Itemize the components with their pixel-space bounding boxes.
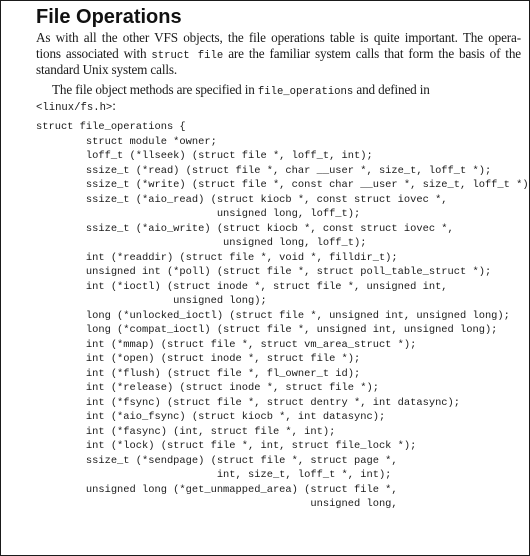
code-line: int (*readdir) (struct file *, void *, f…: [36, 251, 398, 264]
methods-line-1-text: The file object methods are specified in: [52, 82, 258, 97]
intro-line-3: standard Unix system calls.: [36, 62, 177, 77]
code-line: unsigned int (*poll) (struct file *, str…: [36, 266, 492, 278]
code-line: int (*fasync) (int, struct file *, int);: [36, 425, 336, 438]
code-line: long (*compat_ioctl) (struct file *, uns…: [36, 324, 498, 336]
methods-line-1: The file object methods are specified in…: [36, 82, 521, 98]
methods-paragraph: The file object methods are specified in…: [36, 82, 521, 114]
code-line: ssize_t (*aio_write) (struct kiocb *, co…: [36, 222, 454, 235]
code-line: struct file_operations {: [36, 121, 186, 133]
intro-line-2-text: tions associated with: [36, 46, 152, 61]
code-line: int (*fsync) (struct file *, struct dent…: [36, 396, 461, 409]
code-line: int (*open) (struct inode *, struct file…: [36, 353, 361, 365]
code-line: loff_t (*llseek) (struct file *, loff_t,…: [36, 150, 373, 162]
code-line: unsigned long (*get_unmapped_area) (stru…: [36, 483, 398, 496]
inline-code-struct-file: struct file: [151, 50, 224, 62]
code-line: unsigned long, loff_t);: [36, 208, 361, 220]
code-line: unsigned long,: [36, 498, 398, 510]
code-line: int (*release) (struct inode *, struct f…: [36, 382, 379, 394]
code-line: struct module *owner;: [36, 135, 217, 148]
code-line: ssize_t (*write) (struct file *, const c…: [36, 179, 530, 191]
code-line: int (*ioctl) (struct inode *, struct fil…: [36, 280, 448, 293]
code-line: unsigned long, loff_t);: [36, 237, 367, 249]
intro-paragraph: As with all the other VFS objects, the f…: [36, 30, 521, 78]
document-page: File Operations As with all the other VF…: [0, 0, 530, 556]
methods-line-2-text-end: :: [112, 98, 116, 113]
code-line: ssize_t (*sendpage) (struct file *, stru…: [36, 454, 398, 467]
section-heading: File Operations: [36, 6, 182, 28]
intro-line-2-text-end: are the familiar system calls that form …: [223, 46, 521, 61]
code-line: long (*unlocked_ioctl) (struct file *, u…: [36, 309, 510, 322]
code-line: int (*lock) (struct file *, int, struct …: [36, 440, 417, 452]
code-listing: struct file_operations { struct module *…: [36, 120, 530, 512]
inline-code-file-operations: file_operations: [257, 86, 354, 98]
code-line: ssize_t (*read) (struct file *, char __u…: [36, 164, 492, 177]
code-line: ssize_t (*aio_read) (struct kiocb *, con…: [36, 193, 448, 206]
code-line: int (*mmap) (struct file *, struct vm_ar…: [36, 338, 417, 351]
intro-line-2: tions associated with struct file are th…: [36, 46, 521, 62]
code-line: unsigned long);: [36, 295, 267, 307]
inline-code-fs-header: <linux/fs.h>: [36, 102, 113, 114]
intro-line-1: As with all the other VFS objects, the f…: [36, 30, 521, 45]
code-line: int, size_t, loff_t *, int);: [36, 469, 392, 481]
code-line: int (*flush) (struct file *, fl_owner_t …: [36, 367, 361, 380]
methods-line-1-text-end: and defined in: [353, 82, 430, 97]
code-line: int (*aio_fsync) (struct kiocb *, int da…: [36, 411, 386, 423]
methods-line-2: <linux/fs.h>:: [36, 98, 521, 114]
